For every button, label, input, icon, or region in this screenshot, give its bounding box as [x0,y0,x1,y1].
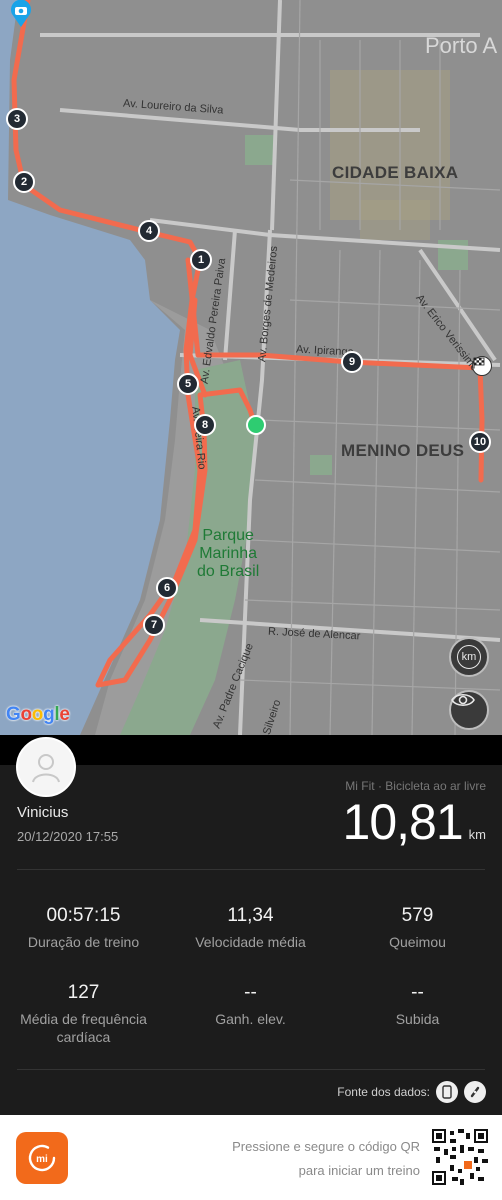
phone-icon[interactable] [436,1081,458,1103]
total-distance: 10,81 km [343,793,486,851]
stat-label: Duração de treino [27,934,140,950]
km-marker-2[interactable]: 2 [13,171,35,193]
stat-value: -- [411,982,424,1003]
stat-climb: -- Subida [334,982,501,1028]
city-block [330,70,450,220]
km-marker-7[interactable]: 7 [143,614,165,636]
divider [17,1069,485,1070]
stat-value: 579 [401,905,434,926]
km-marker-9[interactable]: 9 [341,351,363,373]
stat-label: Ganh. elev. [215,1011,286,1027]
stat-label: Velocidade média [195,934,306,950]
stat-label: Queimou [389,934,446,950]
distance-unit: km [468,827,486,842]
unit-label: km [457,645,481,669]
band-icon[interactable] [464,1081,486,1103]
city-block [360,200,430,240]
qr-text-line: Pressione e segure o código QR [232,1139,420,1154]
google-attribution: Google [6,704,70,725]
stat-calories: 579 Queimou [334,905,501,951]
data-source-label: Fonte dos dados: [337,1085,430,1099]
stat-value: 00:57:15 [46,905,121,926]
park-line: do Brasil [197,563,260,580]
km-marker-3[interactable]: 3 [6,108,28,130]
logo-text: mi [36,1154,48,1165]
stat-value: -- [244,982,257,1003]
view-toggle-button[interactable] [449,690,489,730]
mi-fit-logo: mi [16,1132,68,1184]
map-label-cidade-baixa: CIDADE BAIXA [332,163,459,182]
data-source-row: Fonte dos dados: [337,1081,486,1103]
park-green [245,135,275,165]
distance-value: 10,81 [342,794,464,850]
start-point-icon[interactable] [246,415,266,435]
unit-toggle-button[interactable]: km [449,637,489,677]
stat-value: 127 [67,982,100,1003]
km-marker-4[interactable]: 4 [138,220,160,242]
map-label-city: Porto A [425,33,498,58]
km-marker-10[interactable]: 10 [469,431,491,453]
camera-pin-icon[interactable] [8,0,34,28]
map-label-menino-deus: MENINO DEUS [341,441,465,460]
park-green [310,455,332,475]
km-marker-1[interactable]: 1 [190,249,212,271]
eye-icon [451,693,475,707]
km-marker-6[interactable]: 6 [156,577,178,599]
stat-value: 11,34 [227,905,274,926]
avatar[interactable] [16,737,76,797]
finish-flag-icon[interactable] [472,356,492,376]
stat-label: Média de frequência cardíaca [20,1011,147,1045]
map-label-park: Parque Marinha do Brasil [197,527,259,581]
qr-code[interactable] [432,1129,488,1185]
park-line: Marinha [199,545,258,562]
workout-source-type: Mi Fit · Bicicleta ao ar livre [345,779,486,793]
km-marker-8[interactable]: 8 [194,414,216,436]
user-icon [32,754,60,783]
workout-summary-panel: Vinicius 20/12/2020 17:55 Mi Fit · Bicic… [0,735,502,1115]
qr-instruction: Pressione e segure o código QR para inic… [232,1135,420,1183]
divider [17,869,485,870]
park-line: Parque [202,527,254,544]
checkered-flag-icon [473,357,485,369]
stat-label: Subida [395,1011,440,1027]
qr-text-line: para iniciar um treino [298,1163,420,1178]
user-name: Vinicius [17,804,69,821]
footer-banner: mi Pressione e segure o código QR para i… [0,1115,502,1200]
km-marker-5[interactable]: 5 [177,373,199,395]
route-map[interactable]: Porto A CIDADE BAIXA MENINO DEUS Av. Lou… [0,0,502,735]
stat-heart-rate: 127 Média de frequência cardíaca [0,982,167,1046]
stat-avg-speed: 11,34 Velocidade média [167,905,334,951]
stat-duration: 00:57:15 Duração de treino [0,905,167,951]
stat-elevation-gain: -- Ganh. elev. [167,982,334,1028]
map-canvas [0,0,501,735]
workout-datetime: 20/12/2020 17:55 [17,829,119,844]
